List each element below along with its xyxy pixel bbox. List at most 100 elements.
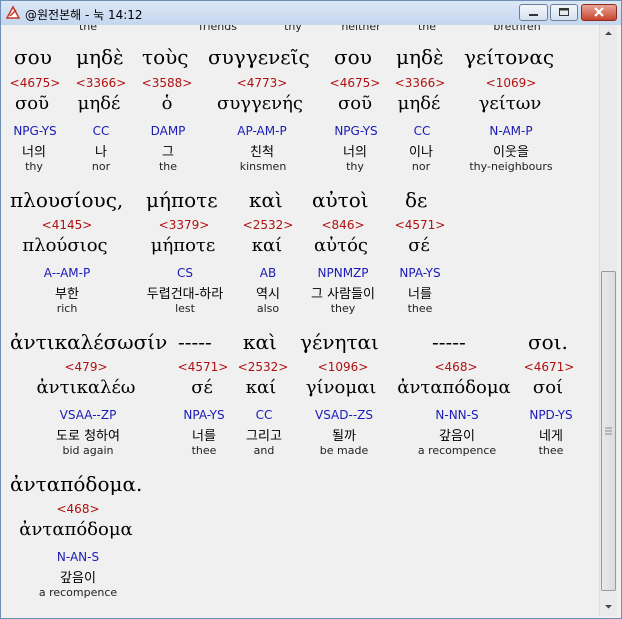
strong-number[interactable]: <1069> [486, 76, 537, 90]
strong-number[interactable]: <4571> [178, 360, 229, 374]
strong-number[interactable]: <1096> [318, 360, 369, 374]
partial-gloss: thy [284, 25, 302, 33]
strong-number[interactable]: <2532> [238, 360, 289, 374]
morph-code[interactable]: NPA-YS [183, 408, 224, 422]
english-gloss: thee [538, 444, 564, 457]
strong-number[interactable]: <4671> [524, 360, 575, 374]
morph-code[interactable]: N-NN-S [435, 408, 478, 422]
window-title: @원전본해 - 눅 14:12 [25, 8, 143, 22]
strong-number[interactable]: <3588> [142, 76, 193, 90]
morph-code[interactable]: N-AM-P [489, 124, 532, 138]
greek-word[interactable]: αὐτοὶ [312, 188, 369, 212]
morph-code[interactable]: CS [177, 266, 193, 280]
lemma: ἀνταπόδομα [19, 519, 133, 540]
strong-number[interactable]: <2532> [243, 218, 294, 232]
greek-word[interactable]: πλουσίους, [10, 188, 123, 212]
greek-word[interactable]: ----- [178, 330, 212, 354]
greek-word[interactable]: ἀντικαλέσωσίν [10, 330, 167, 354]
korean-gloss: 갚음이 [439, 429, 475, 444]
morph-code[interactable]: CC [256, 408, 273, 422]
morph-code[interactable]: N-AN-S [57, 550, 99, 564]
strong-number[interactable]: <3366> [76, 76, 127, 90]
english-gloss: thy-neighbours [469, 160, 553, 173]
morph-code[interactable]: VSAA--ZP [60, 408, 117, 422]
scroll-thumb[interactable] [601, 271, 616, 591]
strong-number[interactable]: <4145> [42, 218, 93, 232]
greek-word[interactable]: γείτονας [464, 45, 554, 69]
english-gloss: bid again [62, 444, 114, 457]
strong-number[interactable]: <4571> [395, 218, 446, 232]
lemma: ἀνταπόδομα [397, 377, 511, 398]
greek-word[interactable]: ----- [432, 330, 466, 354]
morph-code[interactable]: VSAD--ZS [315, 408, 373, 422]
lemma: καί [245, 377, 277, 398]
strong-number[interactable]: <3379> [159, 218, 210, 232]
morph-code[interactable]: NPG-YS [13, 124, 56, 138]
greek-word[interactable]: μηδὲ [76, 45, 124, 69]
strong-number[interactable]: <468> [434, 360, 477, 374]
morph-code[interactable]: A--AM-P [44, 266, 90, 280]
morph-code[interactable]: NPA-YS [399, 266, 440, 280]
greek-word[interactable]: σου [334, 45, 372, 69]
english-gloss: rich [56, 302, 78, 315]
strong-number[interactable]: <4675> [330, 76, 381, 90]
english-gloss: the [158, 160, 178, 173]
strong-number[interactable]: <468> [56, 502, 99, 516]
morph-code[interactable]: AP-AM-P [237, 124, 286, 138]
korean-gloss: 너의 [22, 145, 46, 160]
close-icon [594, 7, 604, 17]
morph-code[interactable]: DAMP [151, 124, 186, 138]
title-bar[interactable]: @원전본해 - 눅 14:12 [1, 1, 621, 25]
strong-number[interactable]: <4675> [10, 76, 61, 90]
close-button[interactable] [581, 4, 617, 21]
english-gloss: be made [319, 444, 369, 457]
english-gloss: a recompence [417, 444, 497, 457]
partial-gloss: the [78, 25, 98, 33]
greek-word[interactable]: συγγενεῖς [208, 45, 310, 69]
morph-code[interactable]: CC [414, 124, 431, 138]
greek-word[interactable]: καὶ [249, 188, 283, 212]
morph-code[interactable]: NPD-YS [529, 408, 572, 422]
korean-gloss: 너를 [192, 429, 216, 444]
vertical-scrollbar[interactable] [599, 25, 617, 616]
morph-code[interactable]: NPG-YS [334, 124, 377, 138]
english-gloss: and [253, 444, 275, 457]
strong-number[interactable]: <846> [321, 218, 364, 232]
greek-word[interactable]: μηδὲ [396, 45, 444, 69]
greek-word[interactable]: τοὺς [142, 45, 188, 69]
scroll-up-button[interactable] [601, 26, 616, 41]
lemma: μηδέ [397, 93, 441, 114]
lemma: μήποτε [150, 235, 216, 256]
morph-code[interactable]: AB [260, 266, 276, 280]
korean-gloss: 친척 [250, 145, 274, 160]
korean-gloss: 그 [162, 145, 174, 160]
strong-number[interactable]: <3366> [395, 76, 446, 90]
interlinear-content[interactable]: the friends thy neither the brethren σου… [2, 25, 598, 616]
partial-gloss: friends [199, 25, 237, 33]
scroll-down-button[interactable] [601, 599, 616, 614]
greek-word[interactable]: δε [405, 188, 427, 212]
greek-word[interactable]: γένηται [300, 330, 379, 354]
english-gloss: also [256, 302, 280, 315]
english-gloss: lest [175, 302, 195, 315]
greek-word[interactable]: μήποτε [146, 188, 218, 212]
greek-word[interactable]: σου [14, 45, 52, 69]
english-gloss: thee [191, 444, 217, 457]
korean-gloss: 될까 [332, 429, 356, 444]
lemma: σέ [408, 235, 430, 256]
greek-word[interactable]: ἀνταπόδομα. [10, 472, 142, 496]
greek-word[interactable]: σοι. [528, 330, 568, 354]
minimize-button[interactable] [519, 4, 548, 21]
greek-word[interactable]: καὶ [243, 330, 277, 354]
lemma: καί [251, 235, 283, 256]
lemma: ὁ [161, 93, 173, 114]
english-gloss: thy [25, 160, 43, 173]
korean-gloss: 갚음이 [60, 571, 96, 586]
morph-code[interactable]: CC [93, 124, 110, 138]
morph-code[interactable]: NPNMZP [318, 266, 369, 280]
maximize-icon [559, 8, 569, 16]
partial-gloss: neither [341, 25, 381, 33]
strong-number[interactable]: <4773> [237, 76, 288, 90]
maximize-button[interactable] [550, 4, 578, 21]
strong-number[interactable]: <479> [64, 360, 107, 374]
